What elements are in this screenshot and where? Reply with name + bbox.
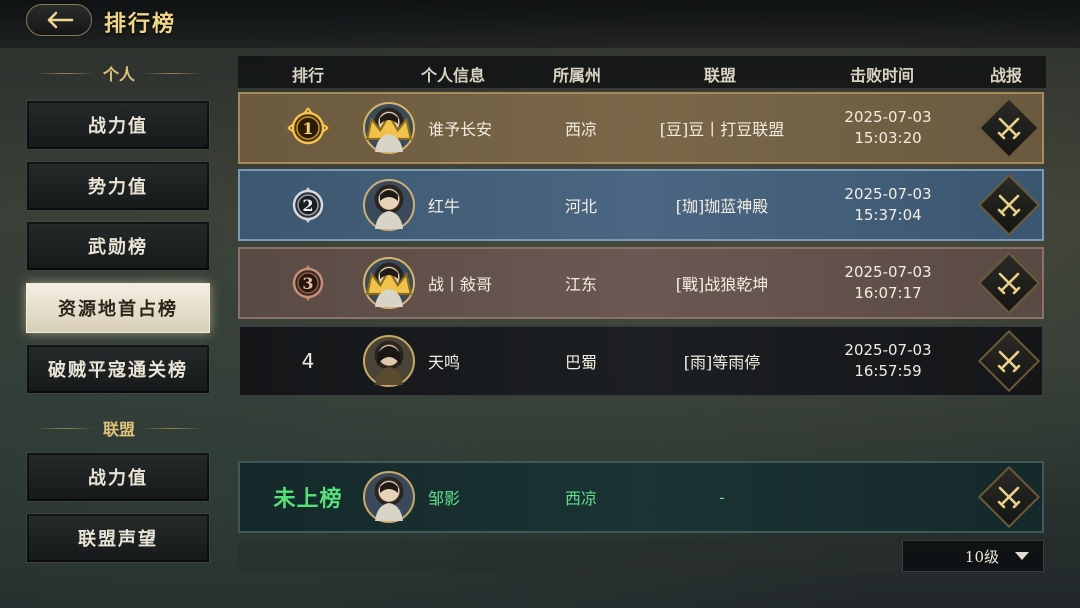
level-dropdown[interactable]: 10级 <box>902 540 1044 572</box>
back-arrow-icon <box>47 11 74 29</box>
my-rank-status: 未上榜 <box>273 486 343 512</box>
column-header-alliance: 联盟 <box>703 66 737 85</box>
back-button[interactable] <box>26 4 92 36</box>
page-title: 排行榜 <box>104 11 177 37</box>
my-name: 邹影 <box>428 489 461 508</box>
player-name: 天鸣 <box>428 353 461 372</box>
crossed-swords-icon <box>997 486 1021 509</box>
my-region: 西凉 <box>564 489 598 508</box>
defeat-time: 2025-07-03 15:37:04 <box>844 184 931 226</box>
crossed-swords-icon <box>997 350 1021 373</box>
player-name: 红牛 <box>428 197 461 216</box>
sidebar-item-power[interactable]: 战力值 <box>26 100 210 150</box>
avatar[interactable] <box>363 257 415 309</box>
column-header-report: 战报 <box>989 66 1023 85</box>
section-label-alliance: 联盟 <box>28 417 210 439</box>
my-rank-row[interactable]: 未上榜 邹影 西凉 - <box>238 461 1044 533</box>
sidebar-item-label: 武勋榜 <box>88 237 148 258</box>
svg-text:3: 3 <box>302 274 313 293</box>
gold-medal-icon: 1 <box>286 106 330 150</box>
sidebar-item-influence[interactable]: 势力值 <box>26 161 210 211</box>
sidebar-item-label: 资源地首占榜 <box>58 299 178 320</box>
table-row[interactable]: 3 战丨敍哥 江东 [戰]战狼乾坤 2025-07-03 16:07:17 <box>238 247 1044 319</box>
crossed-swords-icon <box>997 272 1021 295</box>
table-row[interactable]: 1 谁予长安 西凉 [豆]豆丨打豆联盟 2025-07-03 15:03:20 <box>238 92 1044 164</box>
sidebar-item-label: 联盟声望 <box>78 529 158 550</box>
defeat-time: 2025-07-03 16:57:59 <box>844 340 931 382</box>
defeat-date: 2025-07-03 <box>844 108 932 126</box>
sidebar-item-alliance-power[interactable]: 战力值 <box>26 452 210 502</box>
player-region: 西凉 <box>564 120 598 139</box>
table-row[interactable]: 4 天鸣 巴蜀 [雨]等雨停 2025-07-03 16:57:59 <box>238 325 1044 397</box>
defeat-time: 2025-07-03 15:03:20 <box>844 107 931 149</box>
sidebar-item-alliance-prestige[interactable]: 联盟声望 <box>26 513 210 563</box>
sidebar-item-merit[interactable]: 武勋榜 <box>26 221 210 271</box>
column-header-region: 所属州 <box>552 66 602 85</box>
svg-text:2: 2 <box>302 196 313 215</box>
sidebar-item-label: 战力值 <box>88 468 148 489</box>
crossed-swords-icon <box>997 194 1021 217</box>
svg-text:1: 1 <box>302 119 313 138</box>
battle-report-button[interactable] <box>977 465 1041 529</box>
avatar[interactable] <box>363 335 415 387</box>
column-header-player-info: 个人信息 <box>420 66 486 85</box>
player-alliance: [珈]珈蓝神殿 <box>675 197 769 216</box>
defeat-clock: 15:37:04 <box>854 206 922 224</box>
defeat-date: 2025-07-03 <box>844 263 932 281</box>
player-region: 河北 <box>564 197 598 216</box>
defeat-clock: 16:57:59 <box>854 362 922 380</box>
avatar[interactable] <box>363 102 415 154</box>
defeat-date: 2025-07-03 <box>844 185 932 203</box>
sidebar-item-label: 势力值 <box>88 177 148 198</box>
player-alliance: [戰]战狼乾坤 <box>675 275 769 294</box>
table-header: 排行 个人信息 所属州 联盟 击败时间 战报 <box>238 56 1046 88</box>
sidebar-item-bandit-clear[interactable]: 破贼平寇通关榜 <box>26 344 210 394</box>
avatar[interactable] <box>363 471 415 523</box>
player-name: 战丨敍哥 <box>428 275 493 294</box>
bronze-medal-icon: 3 <box>286 261 330 305</box>
column-header-defeat-time: 击败时间 <box>849 66 915 85</box>
table-row[interactable]: 2 红牛 河北 [珈]珈蓝神殿 2025-07-03 15:37:04 <box>238 169 1044 241</box>
defeat-clock: 15:03:20 <box>854 129 922 147</box>
section-label-personal: 个人 <box>28 62 210 84</box>
battle-report-button[interactable] <box>977 251 1041 315</box>
battle-report-button[interactable] <box>977 96 1041 160</box>
defeat-clock: 16:07:17 <box>854 284 922 302</box>
player-alliance: [豆]豆丨打豆联盟 <box>659 120 785 139</box>
defeat-time: 2025-07-03 16:07:17 <box>844 262 931 304</box>
player-region: 江东 <box>564 275 598 294</box>
chevron-down-icon <box>1015 552 1029 560</box>
defeat-date: 2025-07-03 <box>844 341 932 359</box>
silver-medal-icon: 2 <box>286 183 330 227</box>
battle-report-button[interactable] <box>977 329 1041 393</box>
column-header-rank: 排行 <box>291 66 325 85</box>
my-alliance: - <box>719 487 725 507</box>
sidebar-item-label: 破贼平寇通关榜 <box>48 360 188 381</box>
player-name: 谁予长安 <box>428 120 493 139</box>
sidebar-item-label: 战力值 <box>88 116 148 137</box>
battle-report-button[interactable] <box>977 173 1041 237</box>
rank-number: 4 <box>301 349 315 373</box>
player-alliance: [雨]等雨停 <box>683 353 761 372</box>
sidebar-item-resource-first-capture[interactable]: 资源地首占榜 <box>26 283 210 333</box>
level-dropdown-value: 10级 <box>964 547 999 566</box>
avatar[interactable] <box>363 179 415 231</box>
crossed-swords-icon <box>997 117 1021 140</box>
player-region: 巴蜀 <box>564 353 598 372</box>
